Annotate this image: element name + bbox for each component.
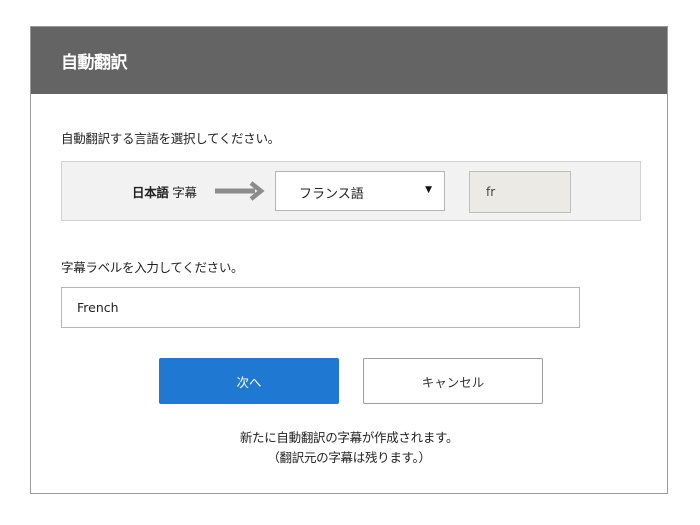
- next-button[interactable]: 次へ: [159, 358, 339, 404]
- arrow-right-icon: [215, 181, 265, 201]
- language-instruction: 自動翻訳する言語を選択してください。: [61, 131, 280, 146]
- label-instruction: 字幕ラベルを入力してください。: [61, 260, 244, 275]
- dialog-title: 自動翻訳: [61, 53, 128, 73]
- language-code-field: fr: [469, 171, 571, 213]
- source-language: 日本語 字幕: [132, 182, 197, 201]
- language-code-value: fr: [486, 185, 496, 199]
- target-language-select[interactable]: フランス語 ▼: [275, 171, 445, 211]
- dialog-header: 自動翻訳: [31, 27, 667, 94]
- language-selection-panel: 日本語 字幕 フランス語 ▼ fr: [61, 161, 641, 221]
- note-line-2: （翻訳元の字幕は残ります。）: [267, 450, 431, 465]
- source-language-name: 日本語: [132, 185, 169, 200]
- auto-translate-dialog: 自動翻訳 自動翻訳する言語を選択してください。 日本語 字幕 フランス語 ▼ f…: [30, 26, 668, 494]
- source-type: 字幕: [172, 185, 197, 200]
- cancel-button[interactable]: キャンセル: [363, 358, 543, 404]
- note-line-1: 新たに自動翻訳の字幕が作成されます。: [239, 430, 459, 445]
- caret-down-icon: ▼: [425, 185, 432, 195]
- subtitle-label-input[interactable]: [61, 287, 580, 328]
- target-language-value: フランス語: [299, 187, 364, 202]
